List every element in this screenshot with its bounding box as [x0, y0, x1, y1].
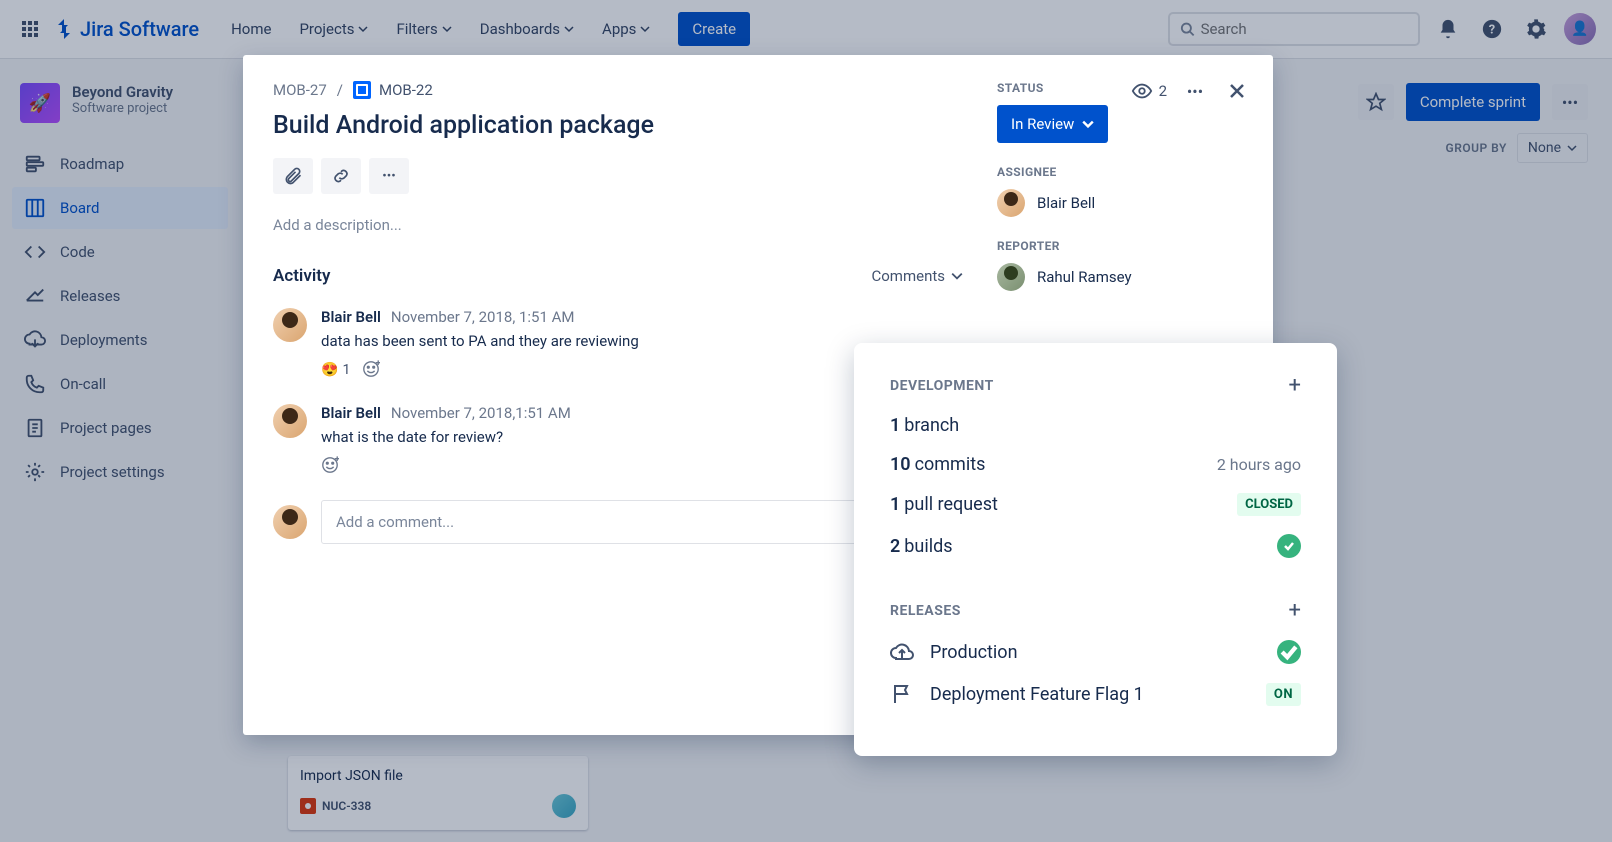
chevron-down-icon — [1082, 118, 1094, 130]
check-icon — [1277, 534, 1301, 558]
activity-heading: Activity — [273, 266, 330, 286]
check-icon — [1277, 640, 1301, 664]
add-reaction-button[interactable] — [321, 456, 341, 476]
assignee-name: Blair Bell — [1037, 194, 1095, 212]
reporter-label: REPORTER — [997, 239, 1249, 253]
builds-row[interactable]: 2builds — [890, 534, 1301, 558]
watchers[interactable]: 2 — [1131, 80, 1167, 102]
comment-author[interactable]: Blair Bell — [321, 308, 381, 326]
release-row[interactable]: Production — [890, 640, 1301, 664]
reaction[interactable]: 😍1 — [321, 362, 350, 378]
description-field[interactable]: Add a description... — [273, 216, 963, 234]
development-panel: DEVELOPMENT + 1branch 10commits2 hours ag… — [854, 343, 1337, 756]
flag-status-badge: ON — [1266, 683, 1301, 706]
reporter-avatar — [997, 263, 1025, 291]
link-icon — [331, 166, 351, 186]
chevron-down-icon — [951, 270, 963, 282]
cloud-upload-icon — [890, 640, 914, 664]
assignee-row[interactable]: Blair Bell — [997, 189, 1249, 217]
eye-icon — [1131, 80, 1153, 102]
attachment-icon — [283, 166, 303, 186]
status-button[interactable]: In Review — [997, 105, 1108, 143]
close-button[interactable] — [1223, 77, 1251, 105]
reporter-row[interactable]: Rahul Ramsey — [997, 263, 1249, 291]
modal-overlay: 2 ••• MOB-27 / MOB-22 Build Android appl… — [0, 0, 1612, 842]
issue-title[interactable]: Build Android application package — [273, 111, 963, 140]
commits-row[interactable]: 10commits2 hours ago — [890, 454, 1301, 475]
reporter-name: Rahul Ramsey — [1037, 268, 1132, 286]
branch-row[interactable]: 1branch — [890, 415, 1301, 436]
comment-avatar[interactable] — [273, 404, 307, 438]
assignee-avatar — [997, 189, 1025, 217]
flag-icon — [890, 682, 914, 706]
more-actions-button[interactable]: ••• — [369, 158, 409, 194]
assignee-label: ASSIGNEE — [997, 165, 1249, 179]
comment-date: November 7, 2018,1:51 AM — [391, 404, 571, 422]
comment-author[interactable]: Blair Bell — [321, 404, 381, 422]
pr-status-badge: CLOSED — [1237, 493, 1301, 516]
issue-more-button[interactable]: ••• — [1181, 77, 1209, 105]
story-icon — [353, 81, 371, 99]
pullrequest-row[interactable]: 1pull requestCLOSED — [890, 493, 1301, 516]
breadcrumb-current[interactable]: MOB-22 — [353, 81, 433, 99]
comment-avatar[interactable] — [273, 308, 307, 342]
development-heading: DEVELOPMENT — [890, 378, 994, 394]
add-development-button[interactable]: + — [1289, 375, 1301, 397]
feature-flag-row[interactable]: Deployment Feature Flag 1ON — [890, 682, 1301, 706]
add-reaction-button[interactable] — [362, 360, 382, 380]
add-release-button[interactable]: + — [1289, 600, 1301, 622]
comment-date: November 7, 2018, 1:51 AM — [391, 308, 575, 326]
activity-filter[interactable]: Comments — [871, 267, 963, 285]
breadcrumb-parent[interactable]: MOB-27 — [273, 81, 327, 99]
releases-heading: RELEASES — [890, 603, 961, 619]
breadcrumb: MOB-27 / MOB-22 — [273, 81, 963, 99]
attach-button[interactable] — [273, 158, 313, 194]
link-button[interactable] — [321, 158, 361, 194]
current-user-avatar[interactable] — [273, 505, 307, 539]
